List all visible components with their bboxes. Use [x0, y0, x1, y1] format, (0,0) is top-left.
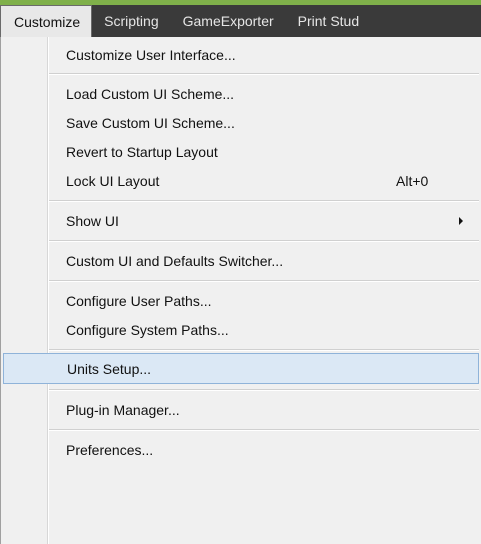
menu-item-label: Revert to Startup Layout [66, 143, 218, 160]
menu-item-label: Preferences... [66, 441, 154, 458]
menu-item-label: Plug-in Manager... [66, 401, 180, 418]
menu-separator [49, 280, 479, 282]
menu-item-configure-system-paths[interactable]: Configure System Paths... [3, 314, 479, 345]
menu-item-revert-to-startup-layout[interactable]: Revert to Startup Layout [3, 136, 479, 167]
menu-item-label: Custom UI and Defaults Switcher... [66, 252, 284, 269]
menu-item-preferences[interactable]: Preferences... [3, 434, 479, 465]
menu-customize[interactable]: Customize [0, 5, 93, 37]
menu-item-label: Units Setup... [67, 360, 152, 377]
menu-item-show-ui[interactable]: Show UI [3, 205, 479, 236]
menu-item-label: Configure System Paths... [66, 321, 229, 338]
submenu-arrow-icon [459, 216, 463, 225]
menu-bar: Customize Scripting GameExporter Print S… [0, 0, 481, 37]
customize-dropdown-menu: Customize User Interface... Load Custom … [0, 37, 481, 544]
menu-item-save-custom-ui-scheme[interactable]: Save Custom UI Scheme... [3, 107, 479, 138]
menu-item-plug-in-manager[interactable]: Plug-in Manager... [3, 394, 479, 425]
menu-separator [49, 429, 479, 431]
menu-scripting[interactable]: Scripting [92, 5, 170, 37]
menu-item-shortcut: Alt+0 [396, 172, 429, 189]
menu-item-lock-ui-layout[interactable]: Lock UI Layout Alt+0 [3, 165, 479, 196]
menu-separator [49, 200, 479, 202]
menu-item-label: Lock UI Layout [66, 172, 160, 189]
menu-separator [49, 240, 479, 242]
menu-separator [49, 73, 479, 75]
menu-item-label: Customize User Interface... [66, 46, 236, 63]
menu-item-label: Load Custom UI Scheme... [66, 85, 235, 102]
menu-item-label: Save Custom UI Scheme... [66, 114, 235, 131]
menu-item-units-setup[interactable]: Units Setup... [3, 353, 479, 384]
menu-item-label: Configure User Paths... [66, 292, 212, 309]
menu-item-configure-user-paths[interactable]: Configure User Paths... [3, 285, 479, 316]
menu-separator [49, 349, 479, 351]
menu-item-load-custom-ui-scheme[interactable]: Load Custom UI Scheme... [3, 78, 479, 109]
menu-print-studio[interactable]: Print Stud [286, 5, 371, 37]
menu-item-label: Show UI [66, 212, 119, 229]
screen: Customize Scripting GameExporter Print S… [0, 0, 481, 544]
menu-item-customize-user-interface[interactable]: Customize User Interface... [3, 39, 479, 70]
menu-gameexporter[interactable]: GameExporter [171, 5, 286, 37]
menu-separator [49, 389, 479, 391]
menu-item-custom-ui-defaults-switcher[interactable]: Custom UI and Defaults Switcher... [3, 245, 479, 276]
